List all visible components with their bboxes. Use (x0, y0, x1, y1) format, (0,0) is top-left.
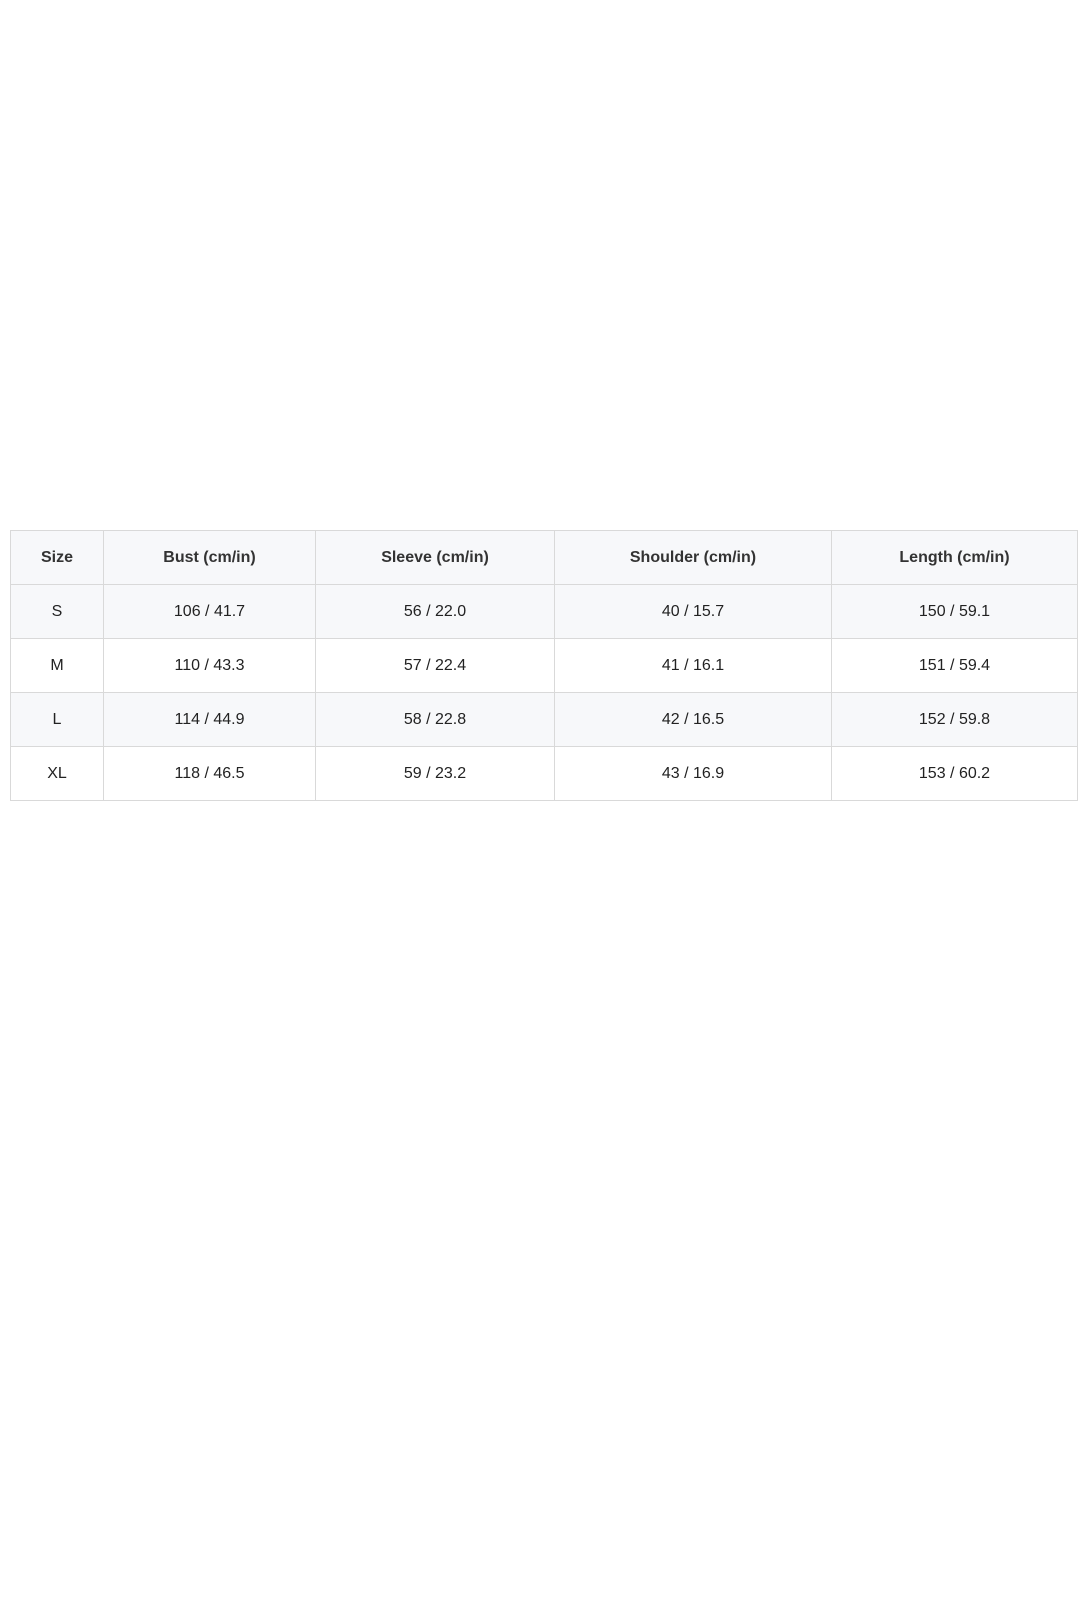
table-row: L 114 / 44.9 58 / 22.8 42 / 16.5 152 / 5… (10, 692, 1078, 747)
header-sleeve: Sleeve (cm/in) (315, 530, 555, 585)
cell-shoulder: 42 / 16.5 (554, 692, 832, 747)
cell-length: 150 / 59.1 (831, 584, 1078, 639)
cell-shoulder: 43 / 16.9 (554, 746, 832, 801)
cell-sleeve: 56 / 22.0 (315, 584, 555, 639)
cell-length: 153 / 60.2 (831, 746, 1078, 801)
header-bust: Bust (cm/in) (103, 530, 316, 585)
cell-size: S (10, 584, 104, 639)
header-size: Size (10, 530, 104, 585)
cell-bust: 110 / 43.3 (103, 638, 316, 693)
table-header-row: Size Bust (cm/in) Sleeve (cm/in) Shoulde… (10, 530, 1078, 585)
cell-bust: 118 / 46.5 (103, 746, 316, 801)
size-chart-table: Size Bust (cm/in) Sleeve (cm/in) Shoulde… (10, 530, 1078, 801)
cell-bust: 114 / 44.9 (103, 692, 316, 747)
cell-sleeve: 59 / 23.2 (315, 746, 555, 801)
cell-bust: 106 / 41.7 (103, 584, 316, 639)
cell-sleeve: 57 / 22.4 (315, 638, 555, 693)
cell-length: 152 / 59.8 (831, 692, 1078, 747)
cell-shoulder: 40 / 15.7 (554, 584, 832, 639)
cell-sleeve: 58 / 22.8 (315, 692, 555, 747)
cell-size: L (10, 692, 104, 747)
cell-length: 151 / 59.4 (831, 638, 1078, 693)
cell-size: M (10, 638, 104, 693)
table-row: M 110 / 43.3 57 / 22.4 41 / 16.1 151 / 5… (10, 638, 1078, 693)
header-shoulder: Shoulder (cm/in) (554, 530, 832, 585)
cell-size: XL (10, 746, 104, 801)
table-row: S 106 / 41.7 56 / 22.0 40 / 15.7 150 / 5… (10, 584, 1078, 639)
header-length: Length (cm/in) (831, 530, 1078, 585)
cell-shoulder: 41 / 16.1 (554, 638, 832, 693)
table-row: XL 118 / 46.5 59 / 23.2 43 / 16.9 153 / … (10, 746, 1078, 801)
